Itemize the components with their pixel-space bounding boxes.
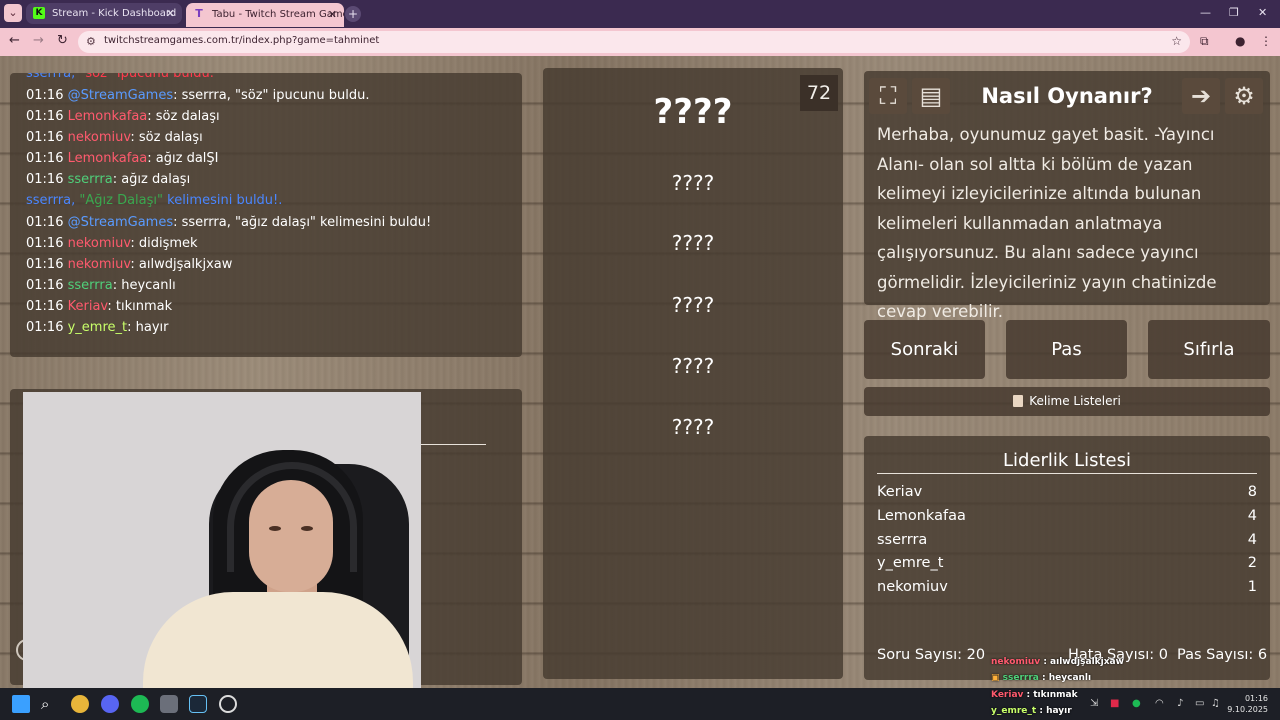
windows-start-icon[interactable] xyxy=(12,695,30,713)
tab-label: Tabu - Twitch Stream Games xyxy=(212,9,344,20)
browser-tab-bar: ⌄ K Stream - Kick Dashboard ✕ T Tabu - T… xyxy=(0,0,1280,28)
tray-icon[interactable]: ● xyxy=(1132,698,1141,709)
tab-kick-dashboard[interactable]: K Stream - Kick Dashboard ✕ xyxy=(26,3,182,24)
taskbar-clock[interactable]: 01:16 9.10.2025 xyxy=(1227,693,1268,715)
next-button[interactable]: Sonraki xyxy=(864,320,985,379)
pass-button[interactable]: Pas xyxy=(1006,320,1127,379)
bookmark-star-icon[interactable]: ☆ xyxy=(1171,34,1182,48)
divider xyxy=(877,473,1257,474)
twitch-games-favicon-icon: T xyxy=(195,7,203,20)
chat-line: 01:16 Keriav: tıkınmak xyxy=(26,299,173,314)
leaderboard-row: y_emre_t 2 xyxy=(877,555,1257,571)
chat-line: 01:16 sserrra: heycanlı xyxy=(26,278,176,293)
question-count: Soru Sayısı: 20 xyxy=(877,647,986,663)
chat-panel: sserrra, "söz" ipucunu buldu. 01:16 @Str… xyxy=(10,73,522,357)
leaderboard-row: sserrra 4 xyxy=(877,532,1257,548)
steam-icon[interactable] xyxy=(189,695,207,713)
chat-system-line: sserrra, "söz" ipucunu buldu. xyxy=(26,73,214,81)
maximize-icon[interactable]: ❐ xyxy=(1229,6,1239,19)
minimize-icon[interactable]: — xyxy=(1200,6,1211,19)
clock-date: 9.10.2025 xyxy=(1227,705,1268,714)
extensions-icon[interactable]: ⧉ xyxy=(1200,34,1209,49)
chat-line: 01:16 nekomiuv: aılwdjşalkjxaw xyxy=(26,257,233,272)
close-window-icon[interactable]: ✕ xyxy=(1258,6,1267,19)
pass-count: Pas Sayısı: 6 xyxy=(1177,647,1268,663)
overlay-chat-line: Keriav : tıkınmak xyxy=(991,690,1078,700)
chat-line: 01:16 y_emre_t: hayır xyxy=(26,320,169,335)
clock-time: 01:16 xyxy=(1244,694,1268,703)
reload-icon[interactable]: ↻ xyxy=(57,33,68,48)
wifi-icon[interactable]: ◠ xyxy=(1155,698,1164,709)
tab-search-icon[interactable]: ⌄ xyxy=(4,4,22,22)
search-icon[interactable]: ⌕ xyxy=(41,695,59,713)
chat-line: 01:16 @StreamGames: sserrra, "ağız dalaş… xyxy=(26,215,432,230)
close-tab-icon[interactable]: ✕ xyxy=(166,3,175,24)
chat-line: 01:16 @StreamGames: sserrra, "söz" ipucu… xyxy=(26,88,370,103)
divider xyxy=(420,444,486,445)
overlay-chat-line: y_emre_t : hayır xyxy=(991,706,1072,716)
volume-icon[interactable]: ♫ xyxy=(1211,698,1220,709)
overlay-chat-line: ▣ sserrra : heycanlı xyxy=(991,673,1092,683)
url-input[interactable]: ⚙ twitchstreamgames.com.tr/index.php?gam… xyxy=(78,31,1190,53)
word-lists-label: Kelime Listeleri xyxy=(1029,394,1121,408)
mic-icon[interactable]: ♪ xyxy=(1177,698,1183,709)
word-lists-button[interactable]: Kelime Listeleri xyxy=(864,387,1270,416)
reset-button[interactable]: Sıfırla xyxy=(1148,320,1270,379)
tray-icon[interactable]: ⇲ xyxy=(1090,698,1098,709)
app-icon[interactable] xyxy=(160,695,178,713)
url-text: twitchstreamgames.com.tr/index.php?game=… xyxy=(104,35,380,46)
hint-word: ???? xyxy=(671,293,715,317)
how-to-play-text: Merhaba, oyunumuz gayet basit. -Yayıncı … xyxy=(877,125,1217,321)
hint-word: ???? xyxy=(671,415,715,439)
profile-avatar-icon[interactable]: ● xyxy=(1235,34,1245,48)
close-tab-icon[interactable]: ✕ xyxy=(328,3,337,27)
leaderboard-row: Lemonkafaa 4 xyxy=(877,508,1257,524)
how-to-play-title: Nasıl Oynanır? xyxy=(981,84,1153,108)
hint-word: ???? xyxy=(671,354,715,378)
menu-kebab-icon[interactable]: ⋮ xyxy=(1260,34,1272,48)
hint-word: ???? xyxy=(671,231,715,255)
kick-favicon-icon: K xyxy=(33,7,45,19)
chat-line: 01:16 nekomiuv: didişmek xyxy=(26,236,198,251)
chat-line: 01:16 nekomiuv: söz dalaşı xyxy=(26,130,203,145)
obs-icon[interactable] xyxy=(219,695,237,713)
tray-icon[interactable]: ■ xyxy=(1110,698,1119,709)
address-bar-row: ← → ↻ ⚙ twitchstreamgames.com.tr/index.p… xyxy=(0,28,1280,56)
taskbar: ⌕ Keriav : tıkınmak y_emre_t : hayır ⇲ ■… xyxy=(0,688,1280,720)
chat-system-line: sserrra, "Ağız Dalaşı" kelimesini buldu!… xyxy=(26,193,283,208)
new-tab-button[interactable]: + xyxy=(345,6,361,22)
back-icon[interactable]: ← xyxy=(9,33,20,48)
leaderboard-row: Keriav 8 xyxy=(877,484,1257,500)
list-icon xyxy=(1013,395,1024,407)
spotify-icon[interactable] xyxy=(131,695,149,713)
chat-line: 01:16 Lemonkafaa: söz dalaşı xyxy=(26,109,220,124)
leaderboard-title: Liderlik Listesi xyxy=(1003,450,1131,471)
overlay-chat-line: nekomiuv : aılwdjşalkjxaw xyxy=(991,657,1124,667)
webcam-feed xyxy=(23,392,421,688)
main-word: ???? xyxy=(653,92,733,132)
monitor-icon[interactable]: ▭ xyxy=(1195,698,1204,709)
discord-icon[interactable] xyxy=(101,695,119,713)
chrome-icon[interactable] xyxy=(71,695,89,713)
sweater-shape xyxy=(143,592,413,688)
forward-icon[interactable]: → xyxy=(33,33,44,48)
tab-label: Stream - Kick Dashboard xyxy=(52,8,177,19)
leaderboard-row: nekomiuv 1 xyxy=(877,579,1257,595)
chat-line: 01:16 sserrra: ağız dalaşı xyxy=(26,172,191,187)
tab-tabu-game[interactable]: T Tabu - Twitch Stream Games ✕ xyxy=(186,3,344,27)
site-info-icon[interactable]: ⚙ xyxy=(86,35,96,48)
hint-word: ???? xyxy=(671,171,715,195)
chat-line: 01:16 Lemonkafaa: ağız dalŞI xyxy=(26,151,219,166)
